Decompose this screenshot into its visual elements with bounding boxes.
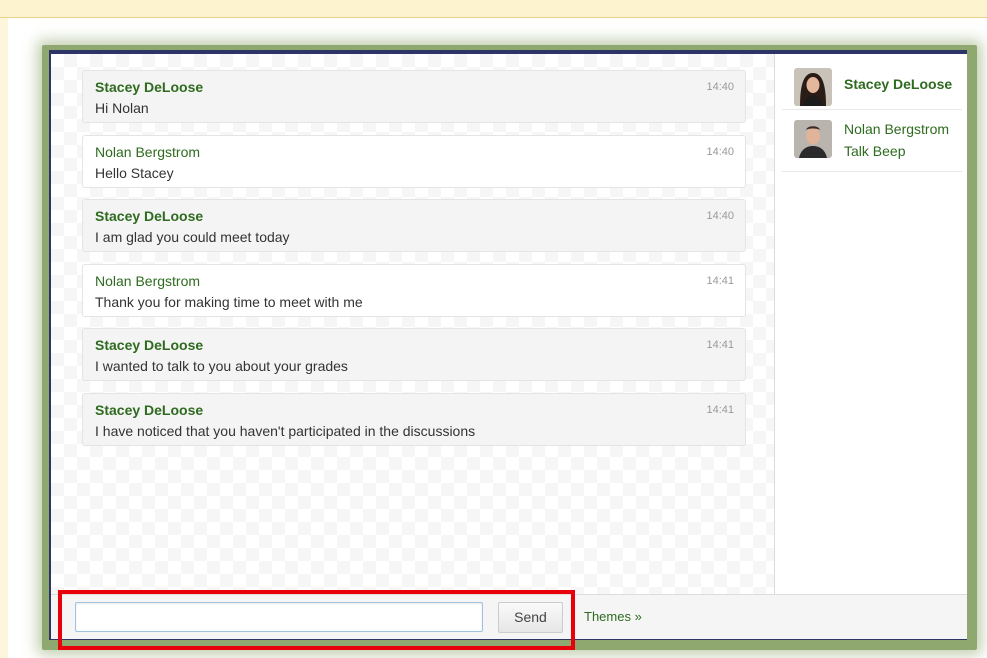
participant-status: Talk Beep [844,143,906,159]
participants-panel: Stacey DeLoose Nolan Bergstrom Talk Beep [775,54,967,594]
chat-window: Stacey DeLoose Hi Nolan 14:40 Nolan Berg… [49,50,967,640]
message-text: Thank you for making time to meet with m… [95,294,363,310]
male-avatar-icon [794,120,832,158]
message-time: 14:40 [706,81,734,93]
message-text: Hello Stacey [95,165,174,181]
message-sender: Stacey DeLoose [95,402,204,418]
message-input[interactable] [75,602,483,632]
composer-bar: Send Themes » [51,594,967,639]
participant-item[interactable]: Stacey DeLoose [782,58,962,110]
message-text: I am glad you could meet today [95,229,290,245]
chat-message: Nolan Bergstrom Hello Stacey 14:40 [82,135,746,188]
message-time: 14:41 [706,275,734,287]
participant-item[interactable]: Nolan Bergstrom Talk Beep [782,110,962,172]
message-sender: Nolan Bergstrom [95,144,201,160]
female-avatar-icon [794,68,832,106]
message-sender: Nolan Bergstrom [95,273,201,289]
message-time: 14:41 [706,339,734,351]
message-text: I wanted to talk to you about your grade… [95,358,348,374]
send-button[interactable]: Send [498,602,563,633]
message-time: 14:40 [706,210,734,222]
chat-message: Stacey DeLoose I wanted to talk to you a… [82,328,746,381]
message-sender: Stacey DeLoose [95,208,204,224]
message-time: 14:41 [706,404,734,416]
message-text: Hi Nolan [95,100,149,116]
chat-message: Stacey DeLoose I have noticed that you h… [82,393,746,446]
participant-name: Nolan Bergstrom [844,121,950,137]
chat-message: Stacey DeLoose Hi Nolan 14:40 [82,70,746,123]
message-text: I have noticed that you haven't particip… [95,423,476,439]
participant-name: Stacey DeLoose [844,76,953,92]
themes-link[interactable]: Themes » [584,609,642,624]
message-time: 14:40 [706,146,734,158]
message-sender: Stacey DeLoose [95,337,204,353]
chat-message: Stacey DeLoose I am glad you could meet … [82,199,746,252]
messages-panel[interactable]: Stacey DeLoose Hi Nolan 14:40 Nolan Berg… [51,54,774,594]
message-sender: Stacey DeLoose [95,79,204,95]
chat-message: Nolan Bergstrom Thank you for making tim… [82,264,746,317]
top-strip [0,0,987,18]
